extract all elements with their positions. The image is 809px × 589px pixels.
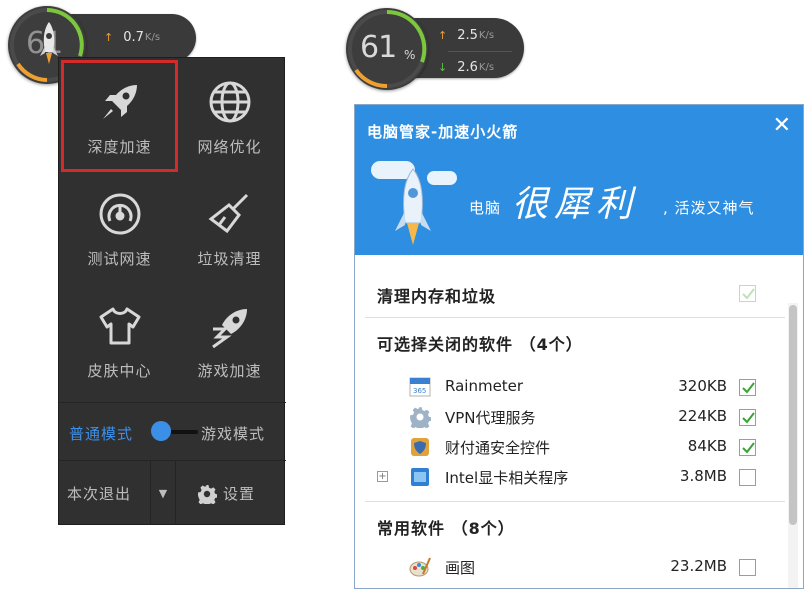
- list-item[interactable]: [355, 583, 787, 588]
- section-clean-memory: 清理内存和垃圾: [377, 287, 497, 306]
- game-mode-label[interactable]: 游戏模式: [201, 423, 265, 444]
- app-checkbox[interactable]: [739, 559, 756, 576]
- quick-menu-panel: 深度加速 网络优化 测试网速 垃圾清理 皮肤中心 游戏加速 普通模式 游戏模式 …: [58, 57, 286, 525]
- list-item[interactable]: + Intel显卡相关程序 3.8MB: [355, 463, 787, 493]
- download-arrow-icon: ↓: [438, 61, 448, 74]
- app-name: VPN代理服务: [445, 409, 536, 427]
- gear-icon: [197, 484, 217, 504]
- shield-icon: [409, 436, 431, 458]
- upload-speed: ↑ 2.5 K/s: [438, 28, 494, 43]
- download-unit: K/s: [478, 62, 495, 73]
- slogan-suffix: , 活泼又神气: [663, 199, 755, 217]
- globe-icon: [206, 78, 254, 126]
- list-item[interactable]: 365 Rainmeter 320KB: [355, 373, 787, 403]
- upload-unit: K/s: [478, 30, 495, 41]
- menu-bottom-row: 本次退出 ▼ 设置: [59, 461, 286, 525]
- speed-separator: [448, 51, 512, 52]
- slogan-script: 很犀利: [512, 184, 639, 225]
- chevron-down-icon[interactable]: ▼: [150, 461, 176, 525]
- window-header: 电脑管家-加速小火箭 ✕ 电脑 很犀利 , 活泼又神气: [355, 105, 803, 255]
- game-rocket-icon: [206, 302, 254, 350]
- section-divider: [365, 317, 785, 318]
- svg-text:365: 365: [413, 387, 426, 395]
- menu-item-skin-center[interactable]: 皮肤中心: [63, 286, 176, 394]
- upload-arrow-icon: ↑: [438, 29, 448, 42]
- slogan-prefix: 电脑: [469, 199, 502, 217]
- app-checkbox[interactable]: [739, 379, 756, 396]
- percent-unit: %: [404, 48, 416, 62]
- normal-mode-label[interactable]: 普通模式: [69, 423, 133, 444]
- app-size: 224KB: [678, 407, 727, 425]
- rocket-icon: [38, 20, 60, 70]
- expand-icon[interactable]: +: [377, 471, 388, 482]
- tshirt-icon: [96, 302, 144, 350]
- menu-item-junk-clean[interactable]: 垃圾清理: [173, 174, 286, 282]
- list-item[interactable]: VPN代理服务 224KB: [355, 403, 787, 433]
- section-divider: [365, 501, 785, 502]
- list-item[interactable]: 财付通安全控件 84KB: [355, 433, 787, 463]
- section-common-software: 常用软件 （8个）: [377, 519, 515, 538]
- upload-arrow-icon: ↑: [104, 31, 114, 44]
- mode-switch-row: 普通模式 游戏模式: [59, 403, 286, 459]
- upload-unit: K/s: [144, 32, 161, 43]
- right-ball-circle[interactable]: 61 %: [346, 8, 428, 90]
- accelerator-window: 电脑管家-加速小火箭 ✕ 电脑 很犀利 , 活泼又神气 清理内存和垃圾 可选择关…: [354, 104, 804, 589]
- menu-item-network-optimize[interactable]: 网络优化: [173, 62, 286, 170]
- app-size: 84KB: [687, 437, 727, 455]
- menu-item-game-boost[interactable]: 游戏加速: [173, 286, 286, 394]
- section-optional-software: 可选择关闭的软件 （4个）: [377, 335, 583, 354]
- app-checkbox[interactable]: [739, 469, 756, 486]
- paint-icon: [409, 556, 431, 578]
- settings-button[interactable]: 设置: [197, 483, 255, 504]
- gear-icon: [409, 406, 432, 432]
- list-item[interactable]: 画图 23.2MB: [355, 553, 787, 583]
- intel-icon: [409, 466, 431, 488]
- app-checkbox[interactable]: [739, 439, 756, 456]
- upload-value: 0.7: [123, 30, 144, 45]
- exit-button[interactable]: 本次退出: [67, 483, 131, 504]
- app-name: 画图: [445, 559, 476, 577]
- settings-label: 设置: [223, 485, 256, 503]
- upload-value: 2.5: [457, 28, 478, 43]
- menu-item-label: 网络优化: [197, 138, 262, 156]
- rocket-icon: [393, 167, 433, 255]
- broom-icon: [206, 190, 254, 238]
- app-checkbox[interactable]: [739, 409, 756, 426]
- clean-memory-checkbox[interactable]: [739, 285, 756, 302]
- upload-speed: ↑ 0.7 K/s: [104, 30, 160, 45]
- menu-item-label: 游戏加速: [197, 362, 262, 380]
- menu-item-speed-test[interactable]: 测试网速: [63, 174, 176, 282]
- rainmeter-icon: 365: [409, 376, 431, 398]
- window-title: 电脑管家-加速小火箭: [367, 123, 519, 141]
- app-size: 3.8MB: [679, 467, 727, 485]
- menu-item-label: 垃圾清理: [197, 250, 262, 268]
- download-value: 2.6: [457, 60, 478, 75]
- app-name: 财付通安全控件: [445, 439, 551, 457]
- menu-item-label: 皮肤中心: [87, 362, 152, 380]
- download-speed: ↓ 2.6 K/s: [438, 60, 494, 75]
- list-scrollbar[interactable]: [788, 303, 798, 588]
- menu-item-label: 深度加速: [87, 138, 152, 156]
- speedometer-icon: [96, 190, 144, 238]
- rocket-icon: [96, 78, 144, 126]
- mode-toggle-knob[interactable]: [151, 421, 171, 441]
- app-name: Rainmeter: [445, 377, 524, 395]
- app-size: 320KB: [678, 377, 727, 395]
- close-icon[interactable]: ✕: [773, 113, 791, 138]
- menu-item-deep-boost[interactable]: 深度加速: [61, 60, 178, 172]
- app-name: Intel显卡相关程序: [445, 469, 569, 487]
- memory-percent: 61: [360, 30, 397, 65]
- app-size: 23.2MB: [670, 557, 727, 575]
- scrollbar-thumb[interactable]: [789, 305, 797, 525]
- menu-item-label: 测试网速: [87, 250, 152, 268]
